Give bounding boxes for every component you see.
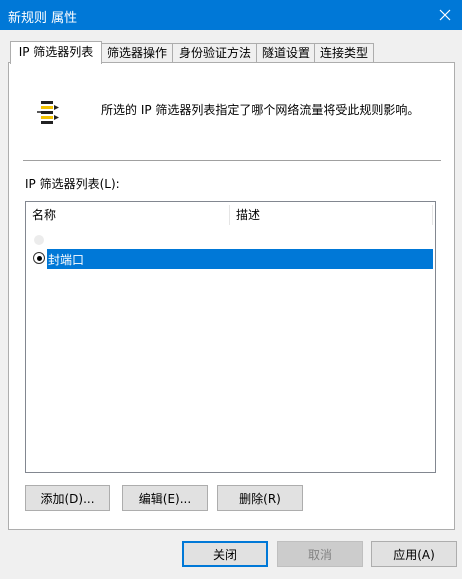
tab-connection-type[interactable]: 连接类型 <box>314 43 374 63</box>
tab-panel: 所选的 IP 筛选器列表指定了哪个网络流量将受此规则影响。 IP 筛选器列表(L… <box>8 62 455 530</box>
filter-list-label: IP 筛选器列表(L): <box>25 177 120 191</box>
edit-button[interactable]: 编辑(E)... <box>122 485 208 511</box>
filter-list-view[interactable]: 名称 描述 封端口 <box>25 201 436 473</box>
tab-label: 隧道设置 <box>261 46 310 60</box>
close-window-button[interactable] <box>428 0 462 30</box>
tab-ip-filter-list[interactable]: IP 筛选器列表 <box>10 41 102 64</box>
tab-label: 连接类型 <box>319 46 368 60</box>
tab-tunnel-settings[interactable]: 隧道设置 <box>256 43 316 63</box>
close-button[interactable]: 关闭 <box>182 541 268 567</box>
tab-label: 筛选器操作 <box>106 46 167 60</box>
tab-auth-methods[interactable]: 身份验证方法 <box>172 43 258 63</box>
add-button[interactable]: 添加(D)... <box>25 485 110 511</box>
selected-radio-button[interactable] <box>33 252 45 264</box>
cancel-button[interactable]: 取消 <box>277 541 363 567</box>
tab-label: IP 筛选器列表 <box>18 45 94 59</box>
window-title: 新规则 属性 <box>8 11 78 26</box>
column-divider[interactable] <box>229 205 230 225</box>
list-header: 名称 描述 <box>26 202 435 226</box>
tab-filter-action[interactable]: 筛选器操作 <box>100 43 174 63</box>
column-divider[interactable] <box>432 205 433 225</box>
row-name-cell: 封端口 <box>48 253 85 267</box>
tab-label: 身份验证方法 <box>178 46 251 60</box>
column-header-name[interactable]: 名称 <box>32 206 56 223</box>
empty-radio-indicator <box>34 235 44 245</box>
table-row[interactable]: 封端口 <box>47 249 433 269</box>
separator <box>23 160 441 161</box>
close-icon <box>439 9 451 21</box>
delete-button[interactable]: 删除(R) <box>217 485 303 511</box>
column-header-description[interactable]: 描述 <box>236 206 260 223</box>
apply-button[interactable]: 应用(A) <box>371 541 457 567</box>
info-description: 所选的 IP 筛选器列表指定了哪个网络流量将受此规则影响。 <box>101 103 420 117</box>
filter-list-icon <box>37 101 59 124</box>
title-bar: 新规则 属性 <box>0 0 462 30</box>
